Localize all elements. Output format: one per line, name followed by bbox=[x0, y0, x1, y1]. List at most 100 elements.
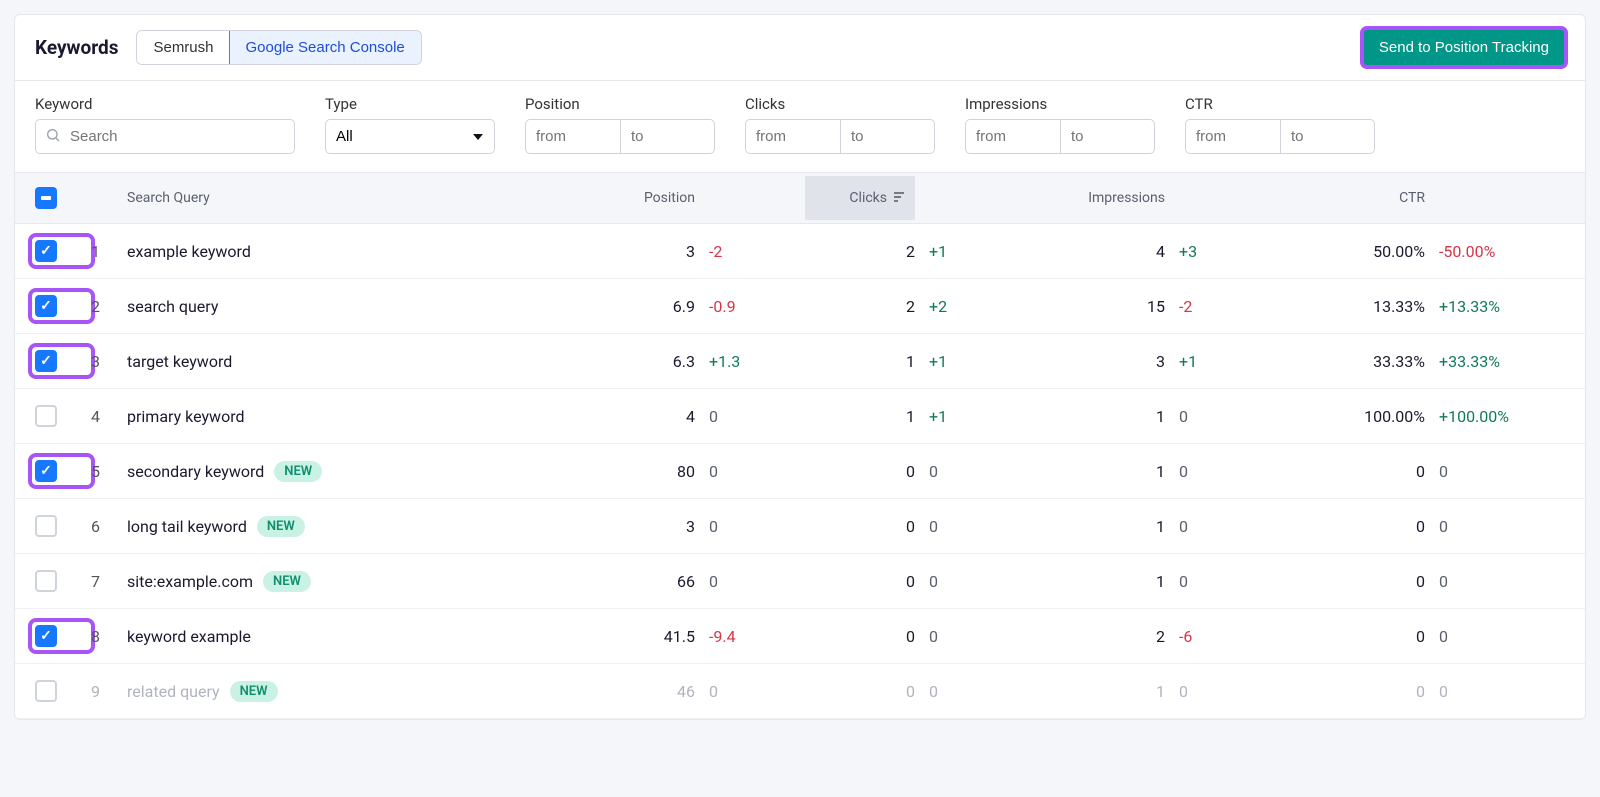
tab-semrush[interactable]: Semrush bbox=[137, 31, 229, 64]
source-tabs: Semrush Google Search Console bbox=[136, 30, 421, 65]
position-value: 80 bbox=[555, 462, 695, 481]
col-position[interactable]: Position bbox=[555, 190, 695, 206]
keyword-cell[interactable]: target keyword bbox=[127, 352, 555, 371]
keyword-cell[interactable]: secondary keyword NEW bbox=[127, 461, 555, 482]
row-number: 4 bbox=[91, 407, 127, 426]
filter-position-label: Position bbox=[525, 95, 715, 113]
position-delta: -0.9 bbox=[695, 297, 805, 316]
ctr-value: 0 bbox=[1275, 462, 1425, 481]
col-ctr[interactable]: CTR bbox=[1275, 190, 1425, 206]
impressions-delta: -2 bbox=[1165, 297, 1275, 316]
ctr-delta: 0 bbox=[1425, 627, 1565, 646]
filter-clicks-label: Clicks bbox=[745, 95, 935, 113]
impressions-value: 3 bbox=[1025, 352, 1165, 371]
col-clicks[interactable]: Clicks bbox=[805, 176, 915, 220]
clicks-delta: +1 bbox=[915, 407, 1025, 426]
position-value: 4 bbox=[555, 407, 695, 426]
row-checkbox[interactable] bbox=[35, 680, 57, 702]
impressions-value: 2 bbox=[1025, 627, 1165, 646]
position-value: 3 bbox=[555, 517, 695, 536]
table-row: 2search query6.9-0.92+215-213.33%+13.33% bbox=[15, 279, 1585, 334]
tab-gsc[interactable]: Google Search Console bbox=[229, 30, 422, 65]
row-checkbox[interactable] bbox=[35, 295, 57, 317]
position-value: 41.5 bbox=[555, 627, 695, 646]
keyword-cell[interactable]: primary keyword bbox=[127, 407, 555, 426]
filter-type: Type All bbox=[325, 95, 495, 154]
impressions-value: 1 bbox=[1025, 682, 1165, 701]
new-badge: NEW bbox=[274, 461, 322, 482]
ctr-to-input[interactable] bbox=[1280, 119, 1375, 154]
keyword-cell[interactable]: long tail keywordNEW bbox=[127, 516, 555, 537]
send-to-position-tracking-button[interactable]: Send to Position Tracking bbox=[1363, 29, 1565, 66]
keyword-cell[interactable]: site:example.comNEW bbox=[127, 571, 555, 592]
search-input[interactable] bbox=[35, 119, 295, 154]
row-number: 5 bbox=[91, 462, 127, 481]
ctr-delta: +13.33% bbox=[1425, 297, 1565, 316]
clicks-from-input[interactable] bbox=[745, 119, 840, 154]
impressions-value: 4 bbox=[1025, 242, 1165, 261]
clicks-to-input[interactable] bbox=[840, 119, 935, 154]
col-search-query[interactable]: Search Query bbox=[127, 190, 555, 206]
clicks-delta: 0 bbox=[915, 627, 1025, 646]
row-checkbox[interactable] bbox=[35, 240, 57, 262]
position-from-input[interactable] bbox=[525, 119, 620, 154]
ctr-value: 0 bbox=[1275, 572, 1425, 591]
ctr-delta: -50.00% bbox=[1425, 242, 1565, 261]
row-number: 6 bbox=[91, 517, 127, 536]
row-number: 2 bbox=[91, 297, 127, 316]
impressions-value: 1 bbox=[1025, 572, 1165, 591]
impressions-from-input[interactable] bbox=[965, 119, 1060, 154]
keyword-text: site:example.com bbox=[127, 572, 253, 591]
clicks-value: 0 bbox=[805, 682, 915, 701]
page-title: Keywords bbox=[35, 36, 118, 59]
keywords-panel: Keywords Semrush Google Search Console S… bbox=[14, 14, 1586, 720]
row-checkbox[interactable] bbox=[35, 405, 57, 427]
clicks-value: 0 bbox=[805, 517, 915, 536]
impressions-value: 1 bbox=[1025, 407, 1165, 426]
keyword-cell[interactable]: related queryNEW bbox=[127, 681, 555, 702]
position-delta: -9.4 bbox=[695, 627, 805, 646]
row-checkbox[interactable] bbox=[35, 625, 57, 647]
search-icon bbox=[45, 127, 61, 147]
select-all-checkbox[interactable] bbox=[35, 187, 57, 209]
clicks-delta: 0 bbox=[915, 462, 1025, 481]
col-impressions[interactable]: Impressions bbox=[1025, 190, 1165, 206]
impressions-delta: +3 bbox=[1165, 242, 1275, 261]
row-number: 3 bbox=[91, 352, 127, 371]
ctr-delta: 0 bbox=[1425, 572, 1565, 591]
filter-position: Position bbox=[525, 95, 715, 154]
clicks-value: 1 bbox=[805, 407, 915, 426]
impressions-to-input[interactable] bbox=[1060, 119, 1155, 154]
table-row: 1example keyword3-22+14+350.00%-50.00% bbox=[15, 224, 1585, 279]
position-to-input[interactable] bbox=[620, 119, 715, 154]
impressions-delta: 0 bbox=[1165, 407, 1275, 426]
ctr-delta: 0 bbox=[1425, 682, 1565, 701]
row-checkbox[interactable] bbox=[35, 350, 57, 372]
impressions-delta: 0 bbox=[1165, 572, 1275, 591]
ctr-from-input[interactable] bbox=[1185, 119, 1280, 154]
keyword-cell[interactable]: keyword example bbox=[127, 627, 555, 646]
type-select[interactable]: All bbox=[325, 119, 495, 154]
row-number: 7 bbox=[91, 572, 127, 591]
keyword-text: keyword example bbox=[127, 627, 251, 646]
sort-desc-icon bbox=[893, 191, 905, 206]
keyword-text: search query bbox=[127, 297, 218, 316]
keyword-text: secondary keyword bbox=[127, 462, 264, 481]
keyword-cell[interactable]: search query bbox=[127, 297, 555, 316]
table-row: 9related queryNEW460001000 bbox=[15, 664, 1585, 719]
position-value: 46 bbox=[555, 682, 695, 701]
table-row: 3target keyword6.3+1.31+13+133.33%+33.33… bbox=[15, 334, 1585, 389]
row-checkbox[interactable] bbox=[35, 570, 57, 592]
row-checkbox[interactable] bbox=[35, 460, 57, 482]
ctr-value: 13.33% bbox=[1275, 297, 1425, 316]
ctr-delta: +100.00% bbox=[1425, 407, 1565, 426]
position-delta: 0 bbox=[695, 572, 805, 591]
table-header: Search Query Position Clicks Impressions… bbox=[15, 173, 1585, 224]
ctr-value: 50.00% bbox=[1275, 242, 1425, 261]
position-delta: +1.3 bbox=[695, 352, 805, 371]
row-checkbox[interactable] bbox=[35, 515, 57, 537]
position-delta: 0 bbox=[695, 682, 805, 701]
clicks-value: 2 bbox=[805, 242, 915, 261]
keyword-cell[interactable]: example keyword bbox=[127, 242, 555, 261]
new-badge: NEW bbox=[257, 516, 305, 537]
